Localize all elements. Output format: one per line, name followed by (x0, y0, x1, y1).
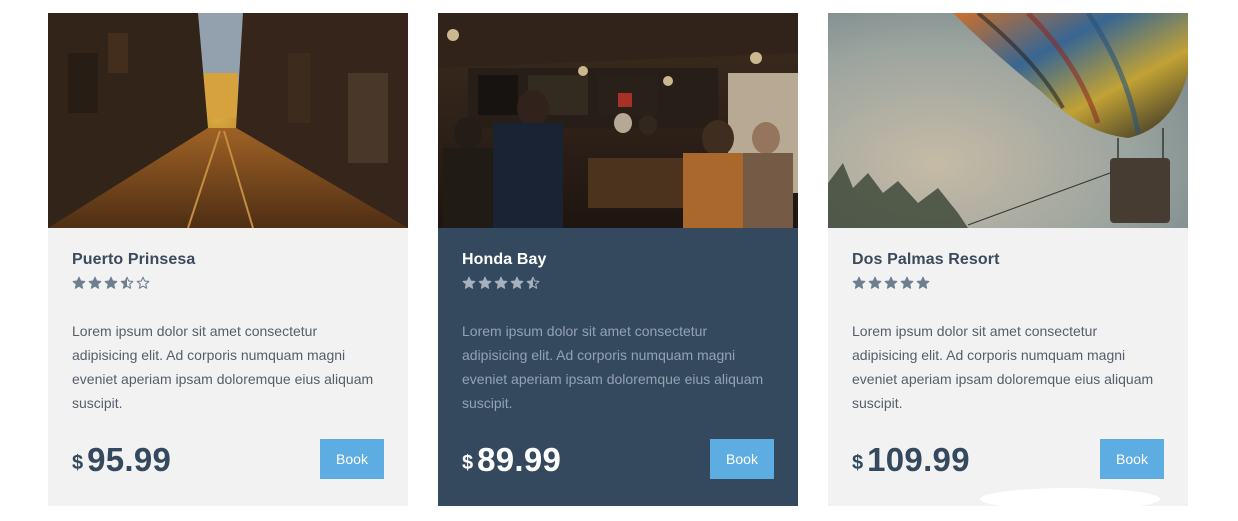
star-rating (462, 276, 540, 290)
star-full-icon (510, 276, 524, 289)
card-description: Lorem ipsum dolor sit amet consectetur a… (462, 323, 764, 411)
card-description: Lorem ipsum dolor sit amet consectetur a… (72, 323, 374, 411)
city-street-sunset-photo (48, 13, 408, 228)
book-button[interactable]: Book (1100, 439, 1164, 479)
card-title: Puerto Prinsesa (72, 251, 196, 268)
star-full-icon (478, 276, 492, 289)
star-full-icon (104, 276, 118, 289)
price: $95.99 (72, 441, 171, 479)
price: $89.99 (462, 441, 561, 479)
card-title: Dos Palmas Resort (852, 251, 1000, 268)
star-full-icon (88, 276, 102, 289)
currency-symbol: $ (852, 452, 864, 474)
currency-symbol: $ (462, 452, 474, 474)
price-amount: 89.99 (477, 441, 562, 478)
star-full-icon (868, 276, 882, 289)
currency-symbol: $ (72, 452, 84, 474)
destination-card-3: Dos Palmas Resort Lorem ipsum dolor sit … (828, 13, 1188, 506)
crowded-bar-interior-photo (438, 13, 798, 228)
book-button[interactable]: Book (710, 439, 774, 479)
white-smudge (980, 488, 1160, 510)
card-title: Honda Bay (462, 251, 547, 268)
star-half-icon (526, 276, 540, 289)
price-amount: 95.99 (87, 441, 172, 478)
star-full-icon (494, 276, 508, 289)
star-full-icon (900, 276, 914, 289)
star-half-icon (120, 276, 134, 289)
star-full-icon (884, 276, 898, 289)
star-full-icon (462, 276, 476, 289)
hot-air-balloon-photo (828, 13, 1188, 228)
price-amount: 109.99 (867, 441, 970, 478)
star-rating (72, 276, 150, 290)
star-rating (852, 276, 930, 290)
destination-card-2: Honda Bay Lorem ipsum dolor sit amet con… (438, 13, 798, 506)
book-button[interactable]: Book (320, 439, 384, 479)
destination-card-1: Puerto Prinsesa Lorem ipsum dolor sit am… (48, 13, 408, 506)
star-full-icon (852, 276, 866, 289)
star-empty-icon (136, 276, 150, 289)
card-description: Lorem ipsum dolor sit amet consectetur a… (852, 323, 1154, 411)
price: $109.99 (852, 441, 970, 479)
star-full-icon (916, 276, 930, 289)
star-full-icon (72, 276, 86, 289)
